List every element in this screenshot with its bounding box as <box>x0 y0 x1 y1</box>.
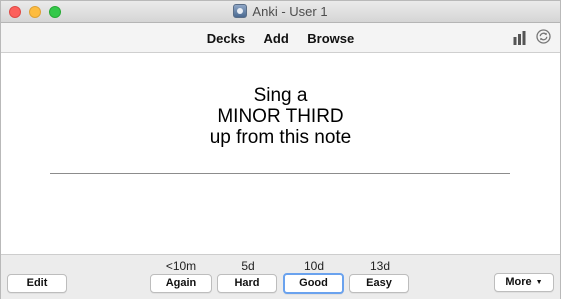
window-title: Anki - User 1 <box>252 4 328 19</box>
main-toolbar: Decks Add Browse <box>1 23 560 53</box>
hard-button[interactable]: Hard <box>217 274 277 293</box>
browse-link[interactable]: Browse <box>307 31 354 46</box>
add-link[interactable]: Add <box>264 31 289 46</box>
more-button[interactable]: More ▼ <box>494 273 554 292</box>
again-button[interactable]: Again <box>150 274 212 293</box>
good-interval: 10d <box>303 259 325 273</box>
easy-interval: 13d <box>369 259 391 273</box>
dropdown-caret-icon: ▼ <box>535 279 543 286</box>
title-bar: Anki - User 1 <box>1 1 560 23</box>
answer-divider <box>50 173 510 174</box>
review-bottom-bar: Edit <10m Again 5d Hard 10d Good 13d Eas… <box>1 254 560 299</box>
card-question: Sing a MINOR THIRD up from this note <box>1 85 560 148</box>
sync-icon[interactable] <box>536 29 551 44</box>
question-line-3: up from this note <box>209 127 352 148</box>
window-title-container: Anki - User 1 <box>1 4 560 19</box>
edit-button[interactable]: Edit <box>7 274 67 293</box>
stats-icon[interactable] <box>513 31 527 45</box>
decks-link[interactable]: Decks <box>207 31 245 46</box>
question-line-1: Sing a <box>253 85 308 106</box>
good-button[interactable]: Good <box>283 273 344 294</box>
hard-interval: 5d <box>241 259 255 273</box>
anki-app-icon <box>233 4 248 18</box>
anki-window: Anki - User 1 Decks Add Browse Sing a MI… <box>0 0 561 299</box>
toolbar-nav: Decks Add Browse <box>1 30 560 48</box>
again-interval: <10m <box>165 259 197 273</box>
question-line-2: MINOR THIRD <box>217 106 344 127</box>
more-label: More <box>505 276 532 288</box>
easy-button[interactable]: Easy <box>349 274 409 293</box>
card-display: Sing a MINOR THIRD up from this note <box>1 54 560 254</box>
